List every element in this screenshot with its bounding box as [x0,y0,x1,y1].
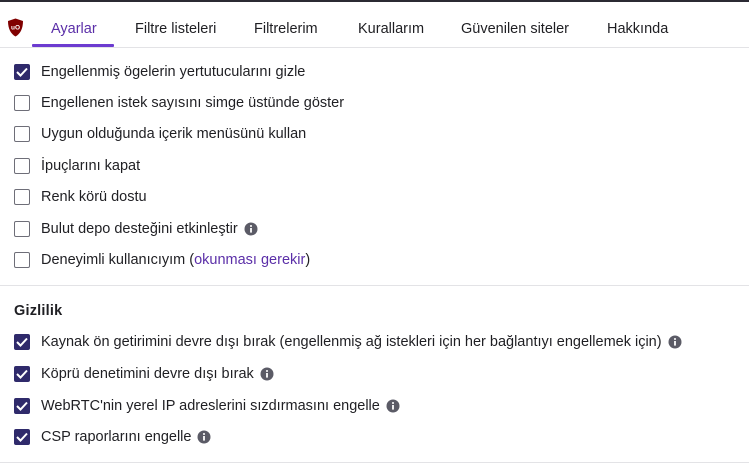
cloud-storage-checkbox[interactable] [14,221,30,237]
info-icon[interactable] [260,367,274,381]
option-disable-hyperlink-auditing: Köprü denetimini devre dışı bırak [14,364,274,384]
show-icon-badge-label: Engellenen istek sayısını simge üstünde … [41,95,345,111]
webrtc-ip-leak-checkbox[interactable] [14,398,30,414]
info-icon[interactable] [668,335,682,349]
option-disable-prefetch: Kaynak ön getirimini devre dışı bırak (e… [14,332,682,352]
tab-filtrelerim[interactable]: Filtrelerim [254,21,318,37]
option-webrtc-ip-leak: WebRTC'nin yerel IP adreslerini sızdırma… [14,396,400,416]
block-csp-reports-checkbox[interactable] [14,429,30,445]
section-divider [0,285,749,286]
checkmark-icon [16,401,28,411]
block-csp-reports-label: CSP raporlarını engelle [41,429,192,445]
context-menu-checkbox[interactable] [14,126,30,142]
privacy-section-title: Gizlilik [14,303,63,319]
info-icon[interactable] [244,222,258,236]
advanced-user-label-text: Deneyimli kullanıcıyım ( [41,252,195,268]
checkmark-icon [16,432,28,442]
tab-filtre-listeleri[interactable]: Filtre listeleri [135,21,216,37]
disable-tooltips-checkbox[interactable] [14,158,30,174]
option-disable-tooltips: İpuçlarını kapat [14,156,140,176]
checkmark-icon [16,337,28,347]
advanced-user-read-first-link[interactable]: okunması gerekir [194,252,305,268]
checkmark-icon [16,369,28,379]
option-context-menu: Uygun olduğunda içerik menüsünü kullan [14,124,306,144]
svg-text:uO: uO [11,25,20,32]
color-blind-label: Renk körü dostu [41,189,147,205]
show-icon-badge-checkbox[interactable] [14,95,30,111]
checkmark-icon [16,67,28,77]
hide-placeholders-label: Engellenmiş ögelerin yertutucularını giz… [41,64,306,80]
disable-hyperlink-auditing-checkbox[interactable] [14,366,30,382]
ublock-origin-logo-icon: uO [8,18,23,37]
hide-placeholders-checkbox[interactable] [14,64,30,80]
disable-hyperlink-auditing-label: Köprü denetimini devre dışı bırak [41,366,254,382]
advanced-user-label: Deneyimli kullanıcıyım (okunması gerekir… [41,252,310,268]
tab-guvenilen-siteler[interactable]: Güvenilen siteler [461,21,569,37]
info-icon[interactable] [386,399,400,413]
disable-prefetch-checkbox[interactable] [14,334,30,350]
option-hide-placeholders: Engellenmiş ögelerin yertutucularını giz… [14,62,305,82]
info-icon[interactable] [197,430,211,444]
webrtc-ip-leak-label: WebRTC'nin yerel IP adreslerini sızdırma… [41,398,380,414]
cloud-storage-label: Bulut depo desteğini etkinleştir [41,221,238,237]
tab-ayarlar[interactable]: Ayarlar [51,21,97,37]
option-advanced-user: Deneyimli kullanıcıyım (okunması gerekir… [14,250,310,270]
disable-tooltips-label: İpuçlarını kapat [41,158,141,174]
tab-bar-divider [0,47,749,48]
window-top-edge [0,0,749,2]
context-menu-label: Uygun olduğunda içerik menüsünü kullan [41,126,307,142]
option-color-blind: Renk körü dostu [14,187,147,207]
tab-kurallarim[interactable]: Kurallarım [358,21,424,37]
advanced-user-label-suffix: ) [305,252,311,268]
option-show-icon-badge: Engellenen istek sayısını simge üstünde … [14,93,344,113]
disable-prefetch-label: Kaynak ön getirimini devre dışı bırak (e… [41,334,662,350]
color-blind-checkbox[interactable] [14,189,30,205]
tab-bar: uO Ayarlar Filtre listeleri Filtrelerim … [0,0,749,47]
tab-hakkinda[interactable]: Hakkında [607,21,668,37]
advanced-user-checkbox[interactable] [14,252,30,268]
option-block-csp-reports: CSP raporlarını engelle [14,427,211,447]
section-divider-bottom [0,462,749,463]
option-cloud-storage: Bulut depo desteğini etkinleştir [14,219,258,239]
